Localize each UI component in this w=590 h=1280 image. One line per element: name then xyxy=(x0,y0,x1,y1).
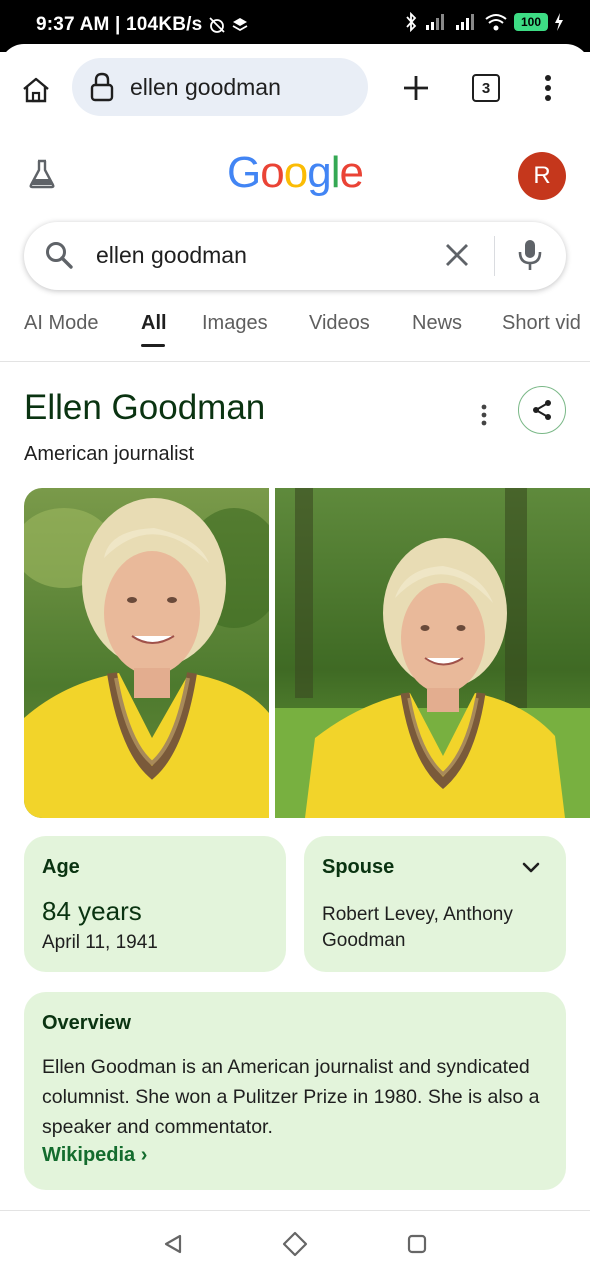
tab-switcher-button[interactable]: 3 xyxy=(472,74,500,102)
overview-label: Overview xyxy=(42,1012,131,1034)
status-time-speed: 9:37 AM | 104KB/s xyxy=(36,14,203,35)
active-tab-indicator xyxy=(141,344,165,347)
tab-news[interactable]: News xyxy=(412,312,462,335)
age-card[interactable]: Age 84 years April 11, 1941 xyxy=(24,836,286,972)
search-divider xyxy=(494,236,495,276)
clear-icon[interactable] xyxy=(444,240,470,275)
search-tabs: AI Mode All Images Videos News Short vid xyxy=(0,300,590,362)
overview-card: Overview Ellen Goodman is an American jo… xyxy=(24,992,566,1190)
chevron-down-icon[interactable] xyxy=(520,856,542,883)
person-photo-2[interactable] xyxy=(275,488,590,818)
alarm-off-icon xyxy=(209,17,226,33)
lock-icon xyxy=(84,69,120,105)
system-nav-bar xyxy=(0,1210,590,1280)
new-tab-button[interactable] xyxy=(396,68,436,108)
spouse-card[interactable]: Spouse Robert Levey, Anthony Goodman xyxy=(304,836,566,972)
logo-letter: g xyxy=(307,148,332,197)
spouse-label: Spouse xyxy=(322,856,395,878)
search-input[interactable]: ellen goodman xyxy=(96,242,247,269)
spouse-value: Robert Levey, Anthony Goodman xyxy=(322,904,513,951)
address-bar-url: ellen goodman xyxy=(130,73,281,100)
age-value: 84 years xyxy=(42,896,142,926)
tab-all[interactable]: All xyxy=(141,312,167,335)
charging-icon xyxy=(555,13,563,31)
google-logo: Google xyxy=(0,148,590,198)
back-icon[interactable] xyxy=(162,1233,184,1260)
knowledge-panel-more-button[interactable] xyxy=(472,400,496,430)
home-nav-icon[interactable] xyxy=(282,1231,308,1262)
overview-text: Ellen Goodman is an American journalist … xyxy=(42,1056,540,1138)
logo-letter: G xyxy=(227,148,261,197)
logo-letter: o xyxy=(260,148,285,197)
signal-icon-2 xyxy=(456,14,474,30)
share-icon xyxy=(533,400,551,420)
wikipedia-link[interactable]: Wikipedia › xyxy=(42,1144,147,1167)
account-avatar[interactable]: R xyxy=(518,152,566,200)
recents-icon[interactable] xyxy=(406,1233,428,1260)
birth-date: April 11, 1941 xyxy=(42,932,158,953)
search-box[interactable]: ellen goodman xyxy=(24,222,566,290)
knowledge-panel-title: Ellen Goodman xyxy=(24,388,266,427)
search-icon xyxy=(44,240,74,275)
logo-letter: e xyxy=(339,148,364,197)
browser-toolbar: ellen goodman 3 xyxy=(0,44,590,130)
browser-menu-button[interactable] xyxy=(534,68,562,108)
home-icon xyxy=(23,77,49,103)
knowledge-panel-subtitle: American journalist xyxy=(24,443,195,465)
tab-images[interactable]: Images xyxy=(202,312,268,335)
more-vertical-icon xyxy=(481,404,487,426)
tab-ai-mode[interactable]: AI Mode xyxy=(24,312,98,335)
person-photo-1[interactable] xyxy=(24,488,269,818)
address-bar[interactable]: ellen goodman xyxy=(72,58,368,116)
microphone-icon[interactable] xyxy=(516,238,544,277)
bluetooth-icon xyxy=(406,12,417,32)
logo-letter: o xyxy=(283,148,309,197)
status-time: 9:37 AM | 104KB/s xyxy=(36,14,248,36)
battery-indicator: 100 xyxy=(514,13,548,31)
layers-icon xyxy=(232,18,248,32)
plus-icon xyxy=(404,76,428,100)
wifi-icon xyxy=(485,14,507,31)
signal-icon xyxy=(426,14,444,30)
more-vertical-icon xyxy=(545,75,551,101)
tab-videos[interactable]: Videos xyxy=(309,312,370,335)
age-label: Age xyxy=(42,856,80,878)
tab-short-videos[interactable]: Short vid xyxy=(502,312,581,335)
share-button[interactable] xyxy=(518,386,566,434)
home-button[interactable] xyxy=(16,70,56,110)
